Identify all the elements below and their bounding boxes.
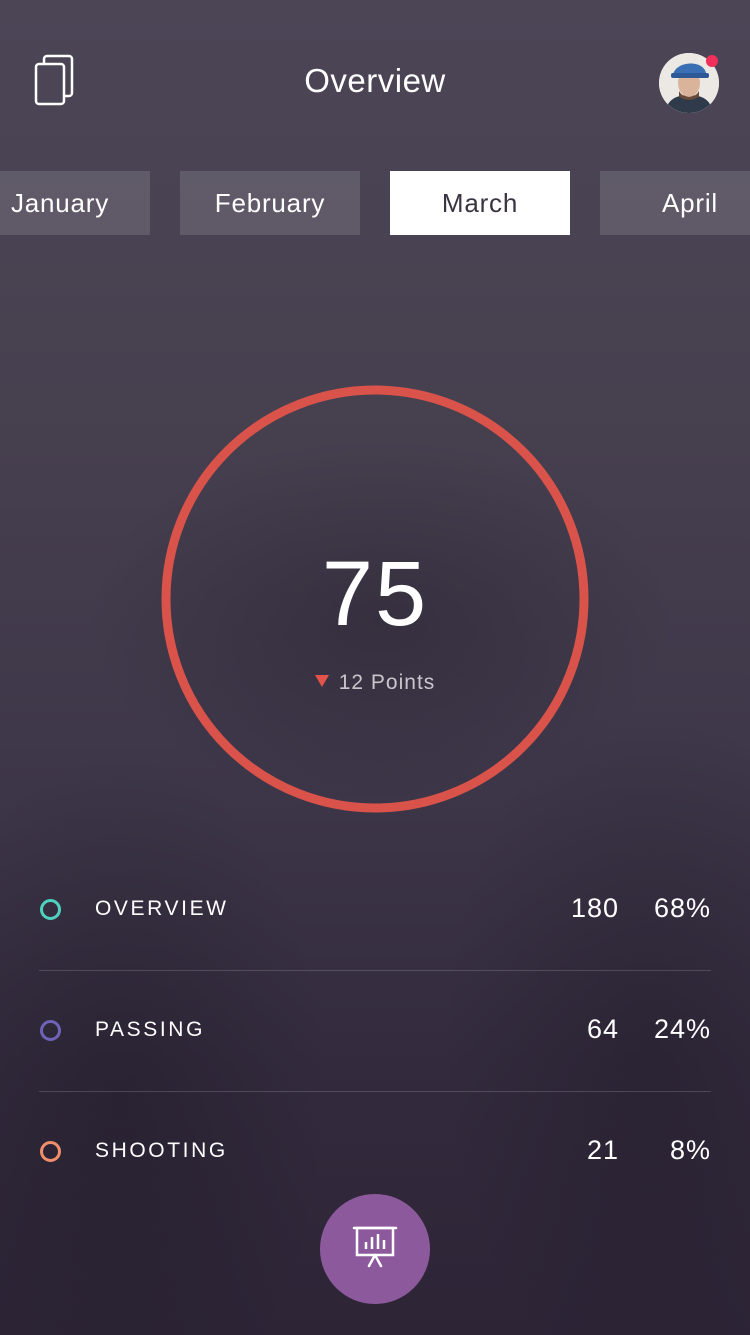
stat-count: 21 (586, 1135, 619, 1165)
stat-label: OVERVIEW (95, 897, 229, 920)
stat-percent: 24% (653, 1014, 711, 1044)
score-change-label: 12 Points (338, 671, 436, 694)
month-selector: January February March April (0, 171, 750, 235)
stat-percent: 8% (669, 1135, 711, 1165)
down-triangle-icon (314, 669, 329, 693)
overview-ring-icon (40, 899, 61, 920)
tab-april[interactable]: April (600, 171, 750, 235)
stat-label: SHOOTING (95, 1139, 228, 1162)
page-title: Overview (304, 62, 446, 99)
shooting-ring-icon (40, 1141, 61, 1162)
tab-january[interactable]: January (0, 171, 150, 235)
stat-label: PASSING (95, 1018, 206, 1041)
header: Overview (0, 0, 750, 165)
stat-count: 180 (570, 893, 619, 923)
score-value: 75 (321, 543, 429, 645)
stat-count: 64 (586, 1014, 619, 1044)
tab-february[interactable]: February (180, 171, 360, 235)
presentation-chart-icon (352, 1225, 398, 1274)
notification-dot (706, 55, 718, 67)
passing-ring-icon (40, 1020, 61, 1041)
stats-list: OVERVIEW 180 68% PASSING 64 24% SHOOTING… (39, 850, 711, 1212)
stat-row-overview[interactable]: OVERVIEW 180 68% (39, 850, 711, 971)
stat-row-passing[interactable]: PASSING 64 24% (39, 971, 711, 1092)
presentation-button[interactable] (320, 1194, 430, 1304)
stat-percent: 68% (653, 893, 711, 923)
tab-march[interactable]: March (390, 171, 570, 235)
score-change: 12 Points (0, 671, 750, 695)
